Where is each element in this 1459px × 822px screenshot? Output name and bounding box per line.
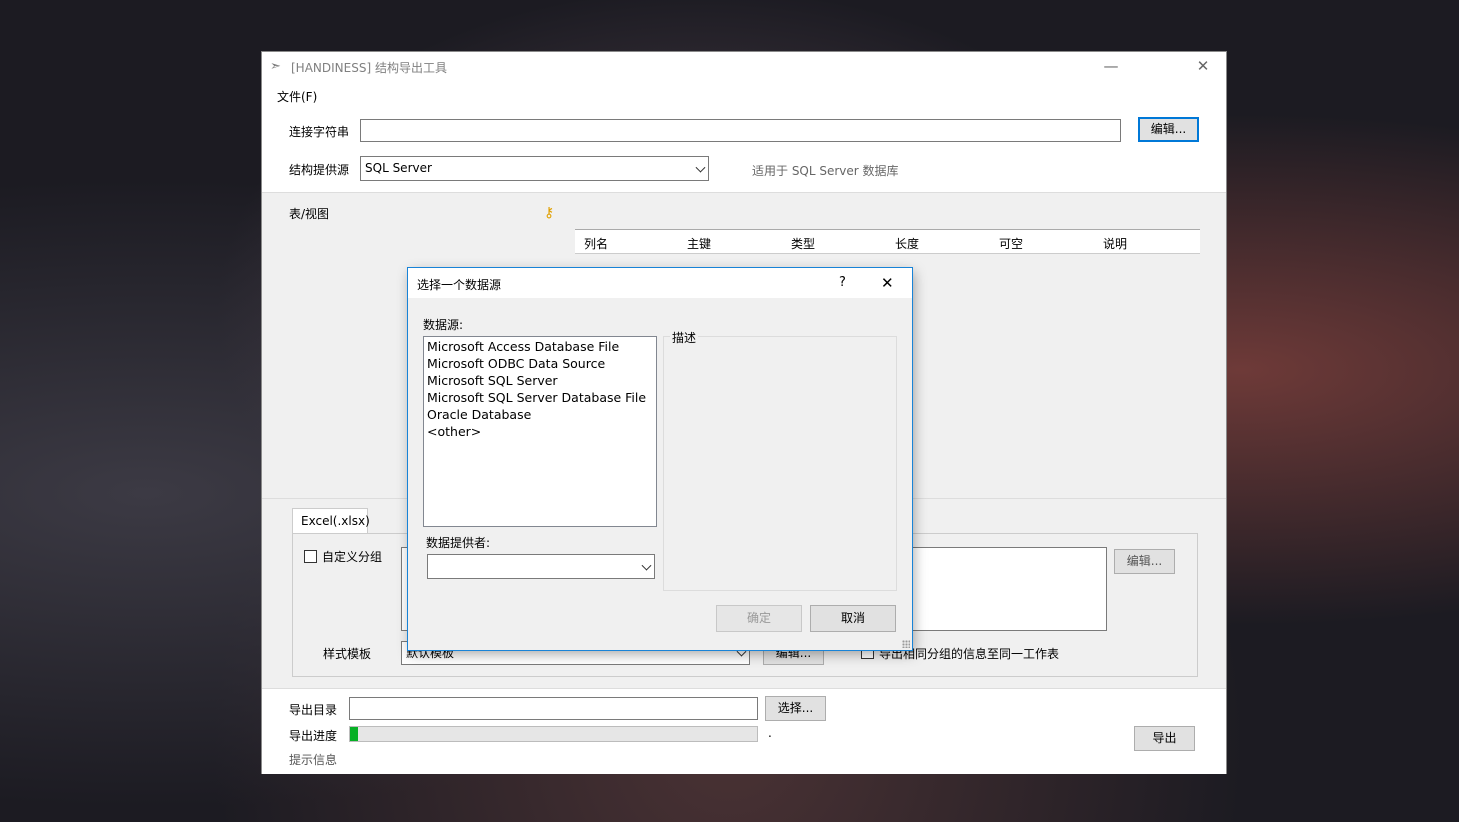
close-button[interactable]: ✕ (1180, 52, 1226, 82)
dialog-close-button[interactable]: ✕ (881, 274, 894, 292)
data-provider-select[interactable] (427, 554, 655, 579)
description-group (663, 336, 897, 591)
col-header-nullable[interactable]: 可空 (999, 235, 1023, 252)
data-provider-label: 数据提供者: (426, 536, 491, 550)
help-icon[interactable]: ? (839, 275, 846, 290)
menu-bar: 文件(F) (262, 82, 1226, 107)
datasource-item[interactable]: Microsoft ODBC Data Source (424, 355, 656, 372)
col-header-length[interactable]: 长度 (895, 235, 919, 252)
columns-header: 列名 主键 类型 长度 可空 说明 (575, 229, 1200, 254)
output-section: 导出目录 选择... 导出进度 . 导出 提示信息 (262, 688, 1226, 774)
col-header-pk[interactable]: 主键 (687, 235, 711, 252)
col-header-type[interactable]: 类型 (791, 235, 815, 252)
progress-label: 导出进度 (289, 729, 338, 743)
datasource-list[interactable]: Microsoft Access Database File Microsoft … (423, 336, 657, 527)
col-header-description[interactable]: 说明 (1103, 235, 1127, 252)
custom-group-checkbox[interactable] (304, 550, 317, 563)
select-datasource-dialog: 选择一个数据源 ? ✕ 数据源: Microsoft Access Databa… (408, 268, 912, 650)
datasource-item[interactable]: <other> (424, 423, 656, 440)
col-header-name[interactable]: 列名 (584, 235, 608, 252)
progress-text: . (768, 726, 772, 740)
window-title: [HANDINESS] 结构导出工具 (291, 61, 447, 75)
tab-excel[interactable]: Excel(.xlsx) (292, 508, 370, 534)
output-dir-label: 导出目录 (289, 703, 338, 717)
provider-label: 结构提供源 (289, 163, 350, 177)
export-button[interactable]: 导出 (1134, 726, 1195, 751)
export-progress-bar (349, 726, 758, 742)
title-bar: ➣ [HANDINESS] 结构导出工具 — ✕ (262, 52, 1226, 82)
datasource-item[interactable]: Oracle Database (424, 406, 656, 423)
connection-string-label: 连接字符串 (289, 125, 350, 139)
provider-selected-value: SQL Server (365, 161, 432, 175)
minimize-button[interactable]: — (1088, 52, 1134, 82)
key-icon[interactable]: ⚷ (544, 205, 554, 221)
connection-string-input[interactable] (360, 119, 1121, 142)
dialog-title: 选择一个数据源 (417, 278, 502, 292)
output-dir-input[interactable] (349, 697, 758, 720)
datasource-label: 数据源: (423, 318, 464, 332)
style-template-label: 样式模板 (323, 647, 372, 661)
custom-group-label: 自定义分组 (322, 550, 383, 564)
ok-button[interactable]: 确定 (716, 605, 802, 632)
resize-grip-icon[interactable] (902, 640, 910, 648)
progress-fill (350, 727, 359, 741)
tables-label: 表/视图 (289, 207, 330, 221)
edit-connection-button[interactable]: 编辑... (1138, 117, 1199, 142)
provider-hint: 适用于 SQL Server 数据库 (752, 164, 899, 178)
connection-section: 连接字符串 编辑... 结构提供源 SQL Server 适用于 SQL Ser… (262, 107, 1226, 193)
datasource-item[interactable]: Microsoft Access Database File (424, 338, 656, 355)
choose-dir-button[interactable]: 选择... (765, 696, 826, 721)
bird-app-icon: ➣ (270, 59, 281, 74)
datasource-item[interactable]: Microsoft SQL Server Database File (424, 389, 656, 406)
provider-select[interactable]: SQL Server (360, 156, 709, 181)
chevron-down-icon (695, 162, 706, 173)
info-label: 提示信息 (289, 753, 338, 767)
dialog-title-bar: 选择一个数据源 ? ✕ (408, 268, 912, 298)
cancel-button[interactable]: 取消 (810, 605, 896, 632)
edit-group-button[interactable]: 编辑... (1114, 549, 1175, 574)
chevron-down-icon (641, 560, 652, 571)
description-label: 描述 (670, 329, 699, 346)
menu-file[interactable]: 文件(F) (277, 88, 317, 105)
datasource-item[interactable]: Microsoft SQL Server (424, 372, 656, 389)
